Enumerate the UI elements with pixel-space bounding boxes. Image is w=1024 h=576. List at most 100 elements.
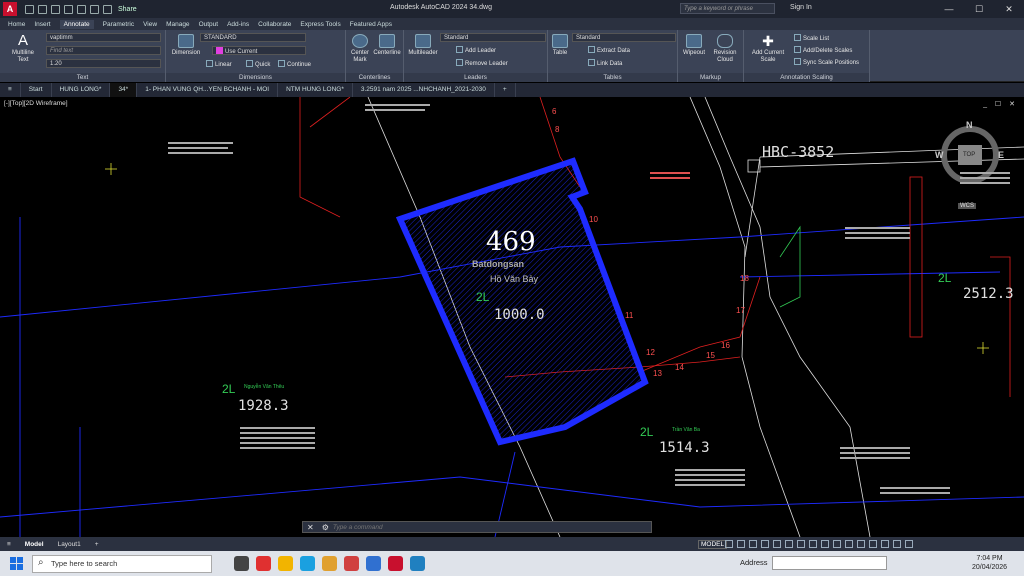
isolate-icon[interactable] [869,540,877,548]
address-input[interactable] [772,556,887,570]
wps-icon[interactable] [256,556,271,571]
lineweight-icon[interactable] [797,540,805,548]
tab-insert[interactable]: Insert [34,21,50,28]
selection-cycling-icon[interactable] [821,540,829,548]
undo-icon[interactable] [90,4,99,14]
leader-style-field[interactable]: Standard [440,33,546,42]
continue-button[interactable]: Continue [278,60,311,69]
otrack-icon[interactable] [785,540,793,548]
annotation-scale-icon[interactable] [833,540,841,548]
tab-collaborate[interactable]: Collaborate [258,21,291,28]
tab-home[interactable]: Home [8,21,25,28]
save-icon[interactable] [51,4,60,14]
multileader-button[interactable]: Multileader [406,34,440,57]
dimension-button[interactable]: Dimension [170,34,202,57]
plot-icon[interactable] [77,4,86,14]
viewport-controls[interactable]: _ ☐ ✕ [983,100,1018,108]
model-space-toggle[interactable]: MODEL [698,540,728,549]
tab-parametric[interactable]: Parametric [103,21,134,28]
new-tab-button[interactable]: + [495,83,516,97]
tab-layout1[interactable]: Layout1 [51,541,88,548]
file-tab-start[interactable]: Start [21,83,52,97]
group-label[interactable]: Markup [678,73,743,82]
layout-menu-icon[interactable]: ≡ [0,541,18,548]
file-tab-34[interactable]: 34* [110,83,138,97]
group-label[interactable]: Dimensions [166,73,345,82]
taskbar-clock[interactable]: 7:04 PM 20/04/2026 [972,554,1007,572]
save-as-icon[interactable] [64,4,73,14]
customization-icon[interactable] [905,540,913,548]
viewport-label[interactable]: [-][Top][2D Wireframe] [4,100,68,107]
text-height-field[interactable]: 1.20 [46,59,161,68]
edge-icon[interactable] [300,556,315,571]
task-view-icon[interactable] [234,556,249,571]
tab-add-ins[interactable]: Add-ins [227,21,249,28]
table-style-field[interactable]: Standard [572,33,676,42]
autocad-taskbar-icon[interactable] [388,556,403,571]
word-icon[interactable] [366,556,381,571]
dim-layer-field[interactable]: Use Current [212,46,306,55]
units-icon[interactable] [857,540,865,548]
table-button[interactable]: Table [550,34,570,57]
file-tab-ntm-hung-long[interactable]: NTM HUNG LONG* [278,83,353,97]
sign-in-button[interactable]: Sign In [790,4,812,11]
linear-button[interactable]: Linear [206,60,232,69]
compass-north[interactable]: N [966,120,973,130]
dim-style-field[interactable]: STANDARD [200,33,306,42]
scale-list-button[interactable]: Scale List [794,34,829,43]
extract-data-button[interactable]: Extract Data [588,46,630,55]
file-tab-nam-2025[interactable]: 3.2591 nam 2025 ...NHCHANH_2021-2030 [353,83,495,97]
wcs-menu[interactable]: WCS [958,203,976,209]
new-icon[interactable] [25,4,34,14]
group-label[interactable]: Tables [548,73,677,82]
redo-icon[interactable] [103,4,112,14]
file-tab-phan-vung[interactable]: 1- PHAN VUNG QH...YEN BCHANH - MOI [137,83,279,97]
compass-west[interactable]: W [935,150,944,160]
group-label[interactable]: Annotation Scaling [744,73,869,82]
taskbar-search-input[interactable]: Type here to search [32,554,212,573]
hardware-accel-icon[interactable] [881,540,889,548]
group-label[interactable]: Text [0,73,165,82]
tab-featured-apps[interactable]: Featured Apps [350,21,392,28]
zalo-icon[interactable] [410,556,425,571]
command-settings-icon[interactable]: ⚙ [318,523,333,532]
revision-cloud-button[interactable]: Revision Cloud [710,34,740,64]
center-mark-button[interactable]: Center Mark [348,34,372,64]
drawing-viewport[interactable]: [-][Top][2D Wireframe] _ ☐ ✕ 469 Batdong… [0,97,1024,537]
tab-model[interactable]: Model [18,541,51,548]
add-delete-scales-button[interactable]: Add/Delete Scales [794,46,852,55]
help-search-input[interactable]: Type a keyword or phrase [680,3,775,14]
parcel-469-polygon[interactable] [395,157,649,446]
menu-icon[interactable]: ≡ [0,83,21,97]
tab-output[interactable]: Output [199,21,219,28]
compass-east[interactable]: E [998,150,1004,160]
command-input[interactable] [332,523,613,531]
windows-start-icon[interactable] [6,554,26,574]
ortho-icon[interactable] [749,540,757,548]
tab-express-tools[interactable]: Express Tools [300,21,340,28]
quick-button[interactable]: Quick [246,60,270,69]
text-style-field[interactable]: vaptimm [46,33,161,42]
maximize-button[interactable]: ☐ [964,0,994,18]
find-text-input[interactable]: Find text [46,46,161,55]
open-icon[interactable] [38,4,47,14]
file-explorer-icon[interactable] [278,556,293,571]
tab-view[interactable]: View [143,21,157,28]
chrome-icon[interactable] [322,556,337,571]
remove-leader-button[interactable]: Remove Leader [456,59,508,68]
transparency-icon[interactable] [809,540,817,548]
tab-manage[interactable]: Manage [166,21,190,28]
file-tab-hung-long[interactable]: HUNG LONG* [52,83,111,97]
centerline-button[interactable]: Centerline [372,34,402,57]
osnap-icon[interactable] [773,540,781,548]
share-button[interactable]: Share [118,6,137,13]
multiline-text-button[interactable]: A Multiline Text [8,33,38,64]
add-leader-button[interactable]: Add Leader [456,46,496,55]
group-label[interactable]: Centerlines [346,73,403,82]
grid-icon[interactable] [725,540,733,548]
polar-icon[interactable] [761,540,769,548]
link-data-button[interactable]: Link Data [588,59,622,68]
wipeout-button[interactable]: Wipeout [680,34,708,57]
command-close-icon[interactable]: ✕ [303,523,318,532]
workspace-icon[interactable] [845,540,853,548]
